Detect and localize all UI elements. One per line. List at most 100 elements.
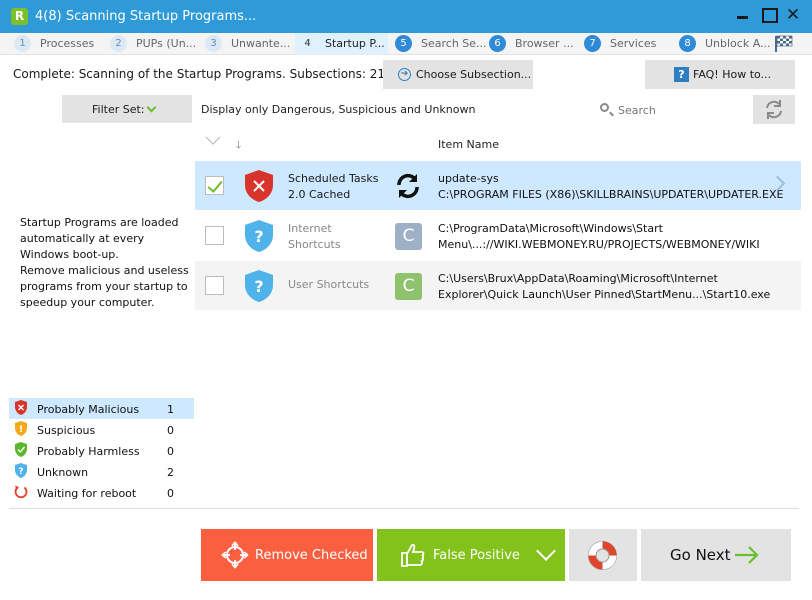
row-item-name: update-sys C:\PROGRAM FILES (X86)\SKILLB… xyxy=(438,171,783,203)
svg-text:?: ? xyxy=(18,467,23,477)
scan-status: Complete: Scanning of the Startup Progra… xyxy=(13,67,386,81)
tab-step-5[interactable]: 5 Search Se... xyxy=(395,33,487,55)
red-shield-icon xyxy=(15,400,27,415)
row-checkbox[interactable] xyxy=(205,276,224,295)
legend-label: Unknown xyxy=(37,466,89,479)
step-label: Search Se... xyxy=(421,37,487,50)
refresh-icon xyxy=(766,100,782,119)
tab-step-3[interactable]: 3 Unwante... xyxy=(205,33,295,55)
choose-subsection-button[interactable]: ➔ Choose Subsection... xyxy=(383,60,533,89)
step-tabs: 1 Processes 2 PUPs (Un... 3 Unwante... 4… xyxy=(0,33,812,55)
go-next-label: Go Next xyxy=(670,546,731,564)
false-positive-button[interactable]: False Positive xyxy=(377,529,565,581)
step-label: Services xyxy=(610,37,657,50)
legend-count: 0 xyxy=(167,487,174,500)
choose-subsection-label: Choose Subsection... xyxy=(416,68,532,81)
step-label: Unwante... xyxy=(231,37,291,50)
status-legend: Probably Malicious 1 ! Suspicious 0 Prob… xyxy=(9,398,194,503)
row-item-name: C:\Users\Brux\AppData\Roaming\Microsoft\… xyxy=(438,271,770,303)
malicious-shield-icon xyxy=(245,170,273,202)
chevron-down-icon xyxy=(146,102,157,113)
category-line: Internet xyxy=(288,222,332,235)
faq-label: FAQ! How to... xyxy=(693,68,772,81)
faq-button[interactable]: ? FAQ! How to... xyxy=(645,60,795,89)
legend-label: Suspicious xyxy=(37,424,96,437)
orange-shield-icon: ! xyxy=(15,421,27,436)
svg-text:?: ? xyxy=(254,277,263,296)
help-button[interactable] xyxy=(569,529,637,581)
step-label: Browser ... xyxy=(515,37,574,50)
item-path-line: Explorer\Quick Launch\User Pinned\StartM… xyxy=(438,288,771,301)
tab-step-6[interactable]: 6 Browser ... xyxy=(489,33,579,55)
row-category: Internet Shortcuts xyxy=(288,221,341,253)
question-icon: ? xyxy=(674,67,689,82)
search-box[interactable] xyxy=(596,100,726,120)
table-row[interactable]: ? User Shortcuts C C:\Users\Brux\AppData… xyxy=(195,261,801,310)
filter-set-dropdown[interactable]: Filter Set: xyxy=(62,95,192,123)
app-logo-icon: R xyxy=(11,8,28,25)
legend-item-unknown[interactable]: ? Unknown 2 xyxy=(9,461,194,482)
false-positive-label: False Positive xyxy=(433,548,520,563)
refresh-button[interactable] xyxy=(753,95,795,124)
crosshair-icon xyxy=(221,541,249,569)
tab-step-8[interactable]: 8 Unblock A... xyxy=(679,33,771,55)
row-checkbox[interactable] xyxy=(205,226,224,245)
tab-step-2[interactable]: 2 PUPs (Un... xyxy=(110,33,205,55)
minimize-button[interactable] xyxy=(732,4,754,26)
step-number: 5 xyxy=(395,35,412,52)
reboot-icon xyxy=(14,485,28,499)
step-label: Startup P... xyxy=(325,37,385,50)
sort-arrow-icon[interactable]: 🡓 xyxy=(236,138,241,155)
thumbs-up-icon xyxy=(401,543,425,567)
category-line: 2.0 Cached xyxy=(288,188,351,201)
finish-flag-icon xyxy=(775,35,793,52)
footer-divider xyxy=(9,508,799,509)
search-input[interactable] xyxy=(618,102,718,118)
step-number: 2 xyxy=(110,35,127,52)
remove-checked-button[interactable]: Remove Checked xyxy=(201,529,373,581)
legend-item-suspicious[interactable]: ! Suspicious 0 xyxy=(9,419,194,440)
c-drive-icon: C xyxy=(395,273,422,300)
table-row[interactable]: Scheduled Tasks 2.0 Cached update-sys C:… xyxy=(195,161,801,210)
blue-shield-icon: ? xyxy=(15,463,27,478)
select-all-checkbox[interactable] xyxy=(205,136,221,146)
step-label: PUPs (Un... xyxy=(136,37,197,50)
row-category: User Shortcuts xyxy=(288,277,369,293)
legend-item-malicious[interactable]: Probably Malicious 1 xyxy=(9,398,194,419)
unknown-shield-icon: ? xyxy=(245,270,273,302)
tab-step-4[interactable]: 4 Startup P... xyxy=(295,33,388,55)
column-header-item-name[interactable]: Item Name xyxy=(438,138,499,151)
step-number: 4 xyxy=(304,38,311,49)
step-number: 7 xyxy=(584,35,601,52)
maximize-button[interactable] xyxy=(757,4,779,26)
c-drive-icon: C xyxy=(395,223,422,250)
step-number: 1 xyxy=(14,35,31,52)
item-name-line: C:\ProgramData\Microsoft\Windows\Start xyxy=(438,222,663,235)
legend-count: 0 xyxy=(167,424,174,437)
item-name-line: C:\Users\Brux\AppData\Roaming\Microsoft\… xyxy=(438,272,718,285)
tab-step-7[interactable]: 7 Services xyxy=(584,33,674,55)
arrow-right-circle-icon: ➔ xyxy=(398,68,411,81)
legend-count: 0 xyxy=(167,445,174,458)
legend-item-harmless[interactable]: Probably Harmless 0 xyxy=(9,440,194,461)
chevron-down-icon[interactable] xyxy=(528,529,565,581)
info-text: Remove malicious and useless programs fr… xyxy=(20,264,189,309)
svg-text:?: ? xyxy=(254,227,263,246)
remove-checked-label: Remove Checked xyxy=(255,548,368,563)
row-checkbox[interactable] xyxy=(205,176,224,195)
category-line: User Shortcuts xyxy=(288,278,370,291)
tab-step-1[interactable]: 1 Processes xyxy=(14,33,124,55)
legend-label: Waiting for reboot xyxy=(37,487,137,500)
table-row[interactable]: ? Internet Shortcuts C C:\ProgramData\Mi… xyxy=(195,211,801,260)
info-text: Startup Programs are loaded automaticall… xyxy=(20,216,179,261)
sync-icon xyxy=(397,173,419,199)
category-line: Scheduled Tasks xyxy=(288,172,379,185)
legend-item-reboot[interactable]: Waiting for reboot 0 xyxy=(9,482,194,503)
row-item-name: C:\ProgramData\Microsoft\Windows\Start M… xyxy=(438,221,760,253)
svg-text:!: ! xyxy=(19,425,23,435)
window-title: 4(8) Scanning Startup Programs... xyxy=(35,9,257,24)
legend-label: Probably Malicious xyxy=(37,403,140,416)
unknown-shield-icon: ? xyxy=(245,220,273,252)
close-button[interactable]: ✕ xyxy=(782,4,804,26)
go-next-button[interactable]: Go Next xyxy=(641,529,791,581)
